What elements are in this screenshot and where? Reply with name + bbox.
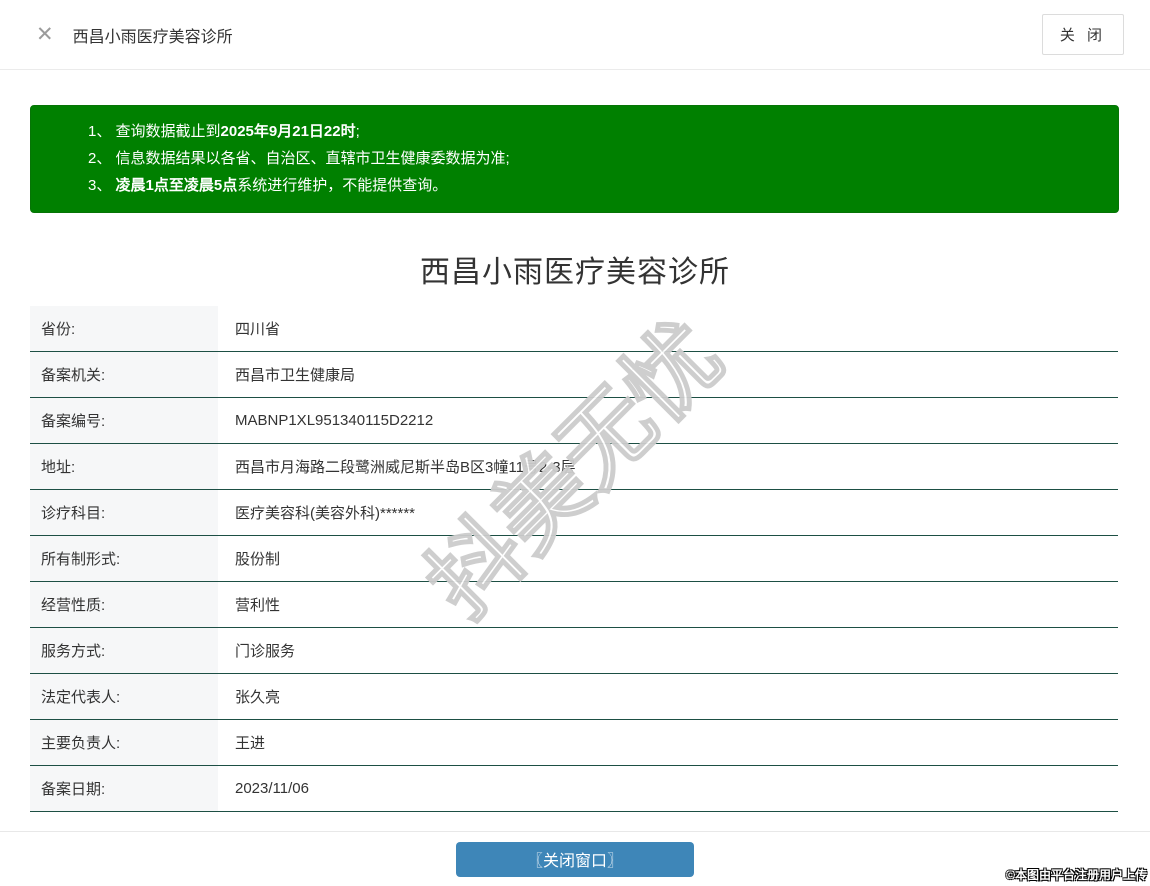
close-icon[interactable]: ✕ <box>36 24 54 45</box>
table-row-ownership: 所有制形式: 股份制 <box>30 536 1118 582</box>
close-window-button[interactable]: 〖关闭窗口〗 <box>456 841 694 877</box>
row-label: 备案机关: <box>30 352 218 397</box>
notice-line-1-prefix: 查询数据截止到 <box>115 123 221 140</box>
table-row-province: 省份: 四川省 <box>30 306 1118 352</box>
notice-line-1-num: 1、 <box>88 123 112 140</box>
notice-line-3-bold: 凌晨1点至凌晨5点 <box>115 177 238 194</box>
row-value: 四川省 <box>235 321 281 338</box>
top-bar: ✕ 西昌小雨医疗美容诊所 关 闭 <box>0 0 1150 70</box>
row-label: 省份: <box>30 306 218 351</box>
table-row-address: 地址: 西昌市月海路二段鹭洲威尼斯半岛B区3幢11号2-3层 <box>30 444 1118 490</box>
row-value: 西昌市月海路二段鹭洲威尼斯半岛B区3幢11号2-3层 <box>235 459 576 476</box>
table-row-filing-date: 备案日期: 2023/11/06 <box>30 766 1118 812</box>
copyright-text: ©本图由平台注册用户上传 <box>1006 868 1147 882</box>
table-row-legal-representative: 法定代表人: 张久亮 <box>30 674 1118 720</box>
close-button[interactable]: 关 闭 <box>1041 14 1124 55</box>
row-value: 张久亮 <box>235 689 281 706</box>
row-value: 西昌市卫生健康局 <box>235 367 356 384</box>
notice-line-1: 1、 查询数据截止到2025年9月21日22时; <box>88 118 1098 145</box>
row-label: 所有制形式: <box>30 536 218 581</box>
row-label: 地址: <box>30 444 218 489</box>
row-label: 备案编号: <box>30 398 218 443</box>
row-value: 王进 <box>235 735 266 752</box>
row-value: 股份制 <box>235 551 281 568</box>
row-value: 医疗美容科(美容外科)****** <box>235 505 416 522</box>
page-title: 西昌小雨医疗美容诊所 <box>72 28 233 46</box>
row-label: 法定代表人: <box>30 674 218 719</box>
row-label: 诊疗科目: <box>30 490 218 535</box>
row-value: 2023/11/06 <box>235 780 309 797</box>
notice-line-1-suffix: ; <box>355 123 360 140</box>
notice-box: 1、 查询数据截止到2025年9月21日22时; 2、 信息数据结果以各省、自治… <box>30 105 1119 213</box>
footer-bar: 〖关闭窗口〗 <box>0 831 1150 886</box>
row-label: 备案日期: <box>30 766 218 811</box>
notice-line-3-num: 3、 <box>88 177 112 194</box>
row-label: 主要负责人: <box>30 720 218 765</box>
row-label: 服务方式: <box>30 628 218 673</box>
table-row-filing-number: 备案编号: MABNP1XL951340115D2212 <box>30 398 1118 444</box>
clinic-title: 西昌小雨医疗美容诊所 <box>420 256 730 289</box>
notice-line-2-num: 2、 <box>88 150 112 167</box>
row-value: 门诊服务 <box>235 643 296 660</box>
info-table: 省份: 四川省 备案机关: 西昌市卫生健康局 备案编号: MABNP1XL951… <box>30 306 1118 812</box>
table-row-filing-authority: 备案机关: 西昌市卫生健康局 <box>30 352 1118 398</box>
table-row-business-nature: 经营性质: 营利性 <box>30 582 1118 628</box>
table-row-person-in-charge: 主要负责人: 王进 <box>30 720 1118 766</box>
table-row-service-mode: 服务方式: 门诊服务 <box>30 628 1118 674</box>
notice-line-3: 3、 凌晨1点至凌晨5点系统进行维护，不能提供查询。 <box>88 172 1098 199</box>
row-value: MABNP1XL951340115D2212 <box>235 412 434 429</box>
row-value: 营利性 <box>235 597 281 614</box>
row-label: 经营性质: <box>30 582 218 627</box>
notice-line-2: 2、 信息数据结果以各省、自治区、直辖市卫生健康委数据为准; <box>88 145 1098 172</box>
table-row-departments: 诊疗科目: 医疗美容科(美容外科)****** <box>30 490 1118 536</box>
notice-line-3-suffix: 系统进行维护，不能提供查询。 <box>237 177 448 194</box>
notice-line-1-bold: 2025年9月21日22时 <box>220 123 356 140</box>
notice-line-2-prefix: 信息数据结果以各省、自治区、直辖市卫生健康委数据为准; <box>115 150 510 167</box>
